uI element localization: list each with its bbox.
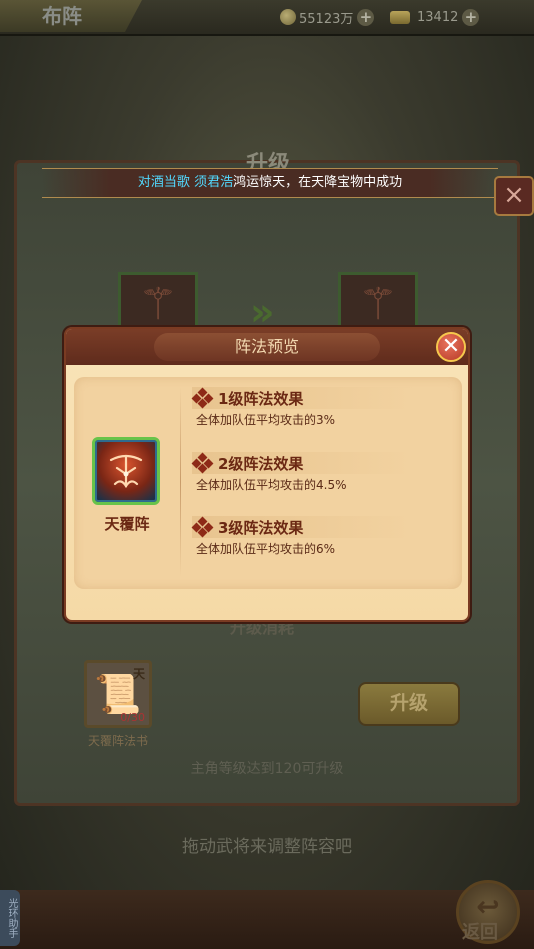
top-bar: 布阵 55123万 + 13412 +	[0, 0, 534, 36]
ingot-icon	[390, 10, 410, 24]
add-gold-button[interactable]: +	[357, 8, 375, 26]
modal-title: 阵法预览	[154, 333, 380, 361]
formation-book-item[interactable]: 📜 天 0/30	[84, 660, 152, 728]
modal-content: 天覆阵 1级阵法效果 全体加队伍平均攻击的3% 2级阵法效果 全体加队伍平均攻击…	[74, 377, 462, 589]
effect-description: 全体加队伍平均攻击的4.5%	[196, 478, 347, 492]
coin-icon	[280, 9, 296, 25]
upgrade-requirement: 主角等级达到120可升级	[190, 761, 344, 777]
broadcast-banner: 对酒当歌 须君浩鸿运惊天，在天降宝物中成功	[42, 168, 498, 198]
gold-resource: 55123万 +	[280, 6, 375, 28]
effect-level-2: 2级阵法效果 全体加队伍平均攻击的4.5%	[191, 452, 412, 493]
diamond-icon	[191, 516, 214, 538]
formation-glyph-icon	[109, 454, 143, 489]
effect-description: 全体加队伍平均攻击的3%	[196, 413, 336, 427]
effect-title: 3级阵法效果	[218, 518, 304, 537]
screen-title: 布阵	[0, 0, 142, 32]
add-ingot-button[interactable]: +	[462, 8, 480, 26]
ingot-amount: 13412	[417, 9, 459, 25]
formation-preview-modal: 阵法预览 ✕ 天覆阵 1级阵法效果 全体加队伍平均攻击的3% 2级阵法效果 全体…	[64, 327, 470, 622]
banner-player-name: 须君浩	[194, 175, 234, 190]
diamond-icon	[191, 452, 214, 474]
banner-player-alias: 对酒当歌	[137, 175, 190, 190]
item-name: 天覆阵法书	[87, 734, 148, 748]
ingot-resource: 13412 +	[390, 6, 480, 28]
upgrade-button[interactable]: 升级	[358, 682, 460, 726]
drag-hint: 拖动武将来调整阵容吧	[182, 837, 352, 857]
helper-tab[interactable]: 光环助手	[0, 890, 20, 946]
formation-name: 天覆阵	[104, 515, 150, 533]
effect-title: 2级阵法效果	[218, 454, 304, 473]
effect-level-3: 3级阵法效果 全体加队伍平均攻击的6%	[191, 516, 412, 557]
effect-description: 全体加队伍平均攻击的6%	[196, 542, 336, 556]
modal-close-button[interactable]: ✕	[436, 332, 466, 362]
diamond-icon	[191, 387, 214, 409]
return-label: 返回	[462, 922, 498, 943]
modal-header: 阵法预览 ✕	[66, 329, 468, 365]
formation-emblem-icon: ⚚	[358, 279, 398, 330]
item-grade-badge: 天	[132, 667, 145, 681]
gold-amount: 55123万	[299, 11, 354, 27]
banner-message: 鸿运惊天，在天降宝物中成功	[233, 175, 403, 190]
formation-emblem-icon: ⚚	[138, 279, 178, 330]
bottom-bar	[0, 890, 534, 949]
formation-icon	[92, 437, 160, 505]
item-count: 0/30	[120, 711, 145, 724]
effect-level-1: 1级阵法效果 全体加队伍平均攻击的3%	[191, 387, 412, 428]
upgrade-panel-close-button[interactable]: ×	[494, 176, 534, 216]
effect-title: 1级阵法效果	[218, 389, 304, 408]
divider	[180, 387, 181, 577]
